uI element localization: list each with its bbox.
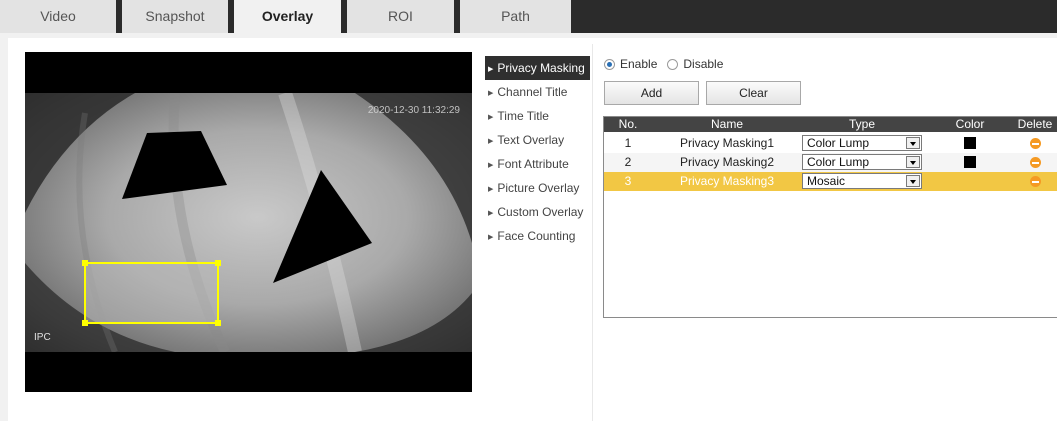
row-name: Privacy Masking1 bbox=[679, 136, 775, 150]
menu-item-custom-overlay[interactable]: ▶ Custom Overlay bbox=[485, 200, 590, 224]
row-name: Privacy Masking3 bbox=[679, 174, 775, 188]
caret-right-icon: ▶ bbox=[488, 210, 494, 217]
menu-item-label: Privacy Masking bbox=[497, 61, 585, 75]
type-select-value: Color Lump bbox=[807, 155, 870, 169]
delete-icon[interactable] bbox=[1030, 176, 1041, 187]
resize-handle[interactable] bbox=[215, 260, 221, 266]
resize-handle[interactable] bbox=[215, 320, 221, 326]
type-select[interactable]: Color Lump bbox=[802, 135, 922, 151]
tab-bar-filler bbox=[571, 0, 1057, 33]
overlay-menu: ▶ Privacy Masking ▶ Channel Title ▶ Time Ti… bbox=[485, 56, 590, 248]
resize-handle[interactable] bbox=[82, 320, 88, 326]
clear-button[interactable]: Clear bbox=[706, 81, 801, 105]
delete-icon[interactable] bbox=[1030, 138, 1041, 149]
add-button[interactable]: Add bbox=[604, 81, 699, 105]
divider bbox=[592, 44, 593, 421]
type-select-value: Color Lump bbox=[807, 136, 870, 150]
caret-right-icon: ▶ bbox=[488, 66, 494, 73]
menu-item-channel-title[interactable]: ▶ Channel Title bbox=[485, 80, 590, 104]
menu-item-privacy-masking[interactable]: ▶ Privacy Masking bbox=[485, 56, 590, 80]
tab-bar: Video Snapshot Overlay ROI Path bbox=[0, 0, 1057, 34]
disable-label: Disable bbox=[683, 57, 724, 71]
caret-right-icon: ▶ bbox=[488, 138, 494, 145]
column-header-no: No. bbox=[618, 117, 638, 131]
menu-item-font-attribute[interactable]: ▶ Font Attribute bbox=[485, 152, 590, 176]
menu-item-text-overlay[interactable]: ▶ Text Overlay bbox=[485, 128, 590, 152]
delete-icon[interactable] bbox=[1030, 157, 1041, 168]
tab-overlay[interactable]: Overlay bbox=[234, 0, 341, 33]
chevron-down-icon[interactable] bbox=[906, 137, 920, 149]
menu-item-label: Custom Overlay bbox=[497, 205, 584, 219]
menu-item-label: Font Attribute bbox=[497, 157, 569, 171]
type-select-value: Mosaic bbox=[807, 174, 846, 188]
type-select[interactable]: Mosaic bbox=[802, 173, 922, 189]
chevron-down-icon[interactable] bbox=[906, 175, 920, 187]
row-number: 3 bbox=[624, 174, 632, 188]
row-number: 2 bbox=[624, 155, 632, 169]
table-row[interactable]: 2 Privacy Masking2 Color Lump bbox=[604, 153, 1057, 172]
color-swatch[interactable] bbox=[964, 156, 976, 168]
caret-right-icon: ▶ bbox=[488, 90, 494, 97]
column-header-type: Type bbox=[848, 117, 875, 131]
tab-snapshot[interactable]: Snapshot bbox=[122, 0, 228, 33]
osd-timestamp: 2020-12-30 11:32:29 bbox=[367, 105, 460, 116]
menu-item-picture-overlay[interactable]: ▶ Picture Overlay bbox=[485, 176, 590, 200]
row-name: Privacy Masking2 bbox=[679, 155, 775, 169]
table-row[interactable]: 1 Privacy Masking1 Color Lump bbox=[604, 134, 1057, 153]
tab-roi[interactable]: ROI bbox=[347, 0, 454, 33]
menu-item-label: Time Title bbox=[497, 109, 549, 123]
menu-item-label: Picture Overlay bbox=[497, 181, 580, 195]
enable-radio-group: Enable Disable bbox=[604, 56, 733, 72]
column-header-delete: Delete bbox=[1017, 117, 1053, 131]
menu-item-label: Channel Title bbox=[497, 85, 568, 99]
menu-item-label: Text Overlay bbox=[497, 133, 565, 147]
table-row-selected[interactable]: 3 Privacy Masking3 Mosaic bbox=[604, 172, 1057, 191]
resize-handle[interactable] bbox=[82, 260, 88, 266]
enable-label: Enable bbox=[620, 57, 658, 71]
menu-item-label: Face Counting bbox=[497, 229, 576, 243]
caret-right-icon: ▶ bbox=[488, 186, 494, 193]
caret-right-icon: ▶ bbox=[488, 234, 494, 241]
column-header-color: Color bbox=[955, 117, 985, 131]
tab-path[interactable]: Path bbox=[460, 0, 571, 33]
privacy-mask-table: No. Name Type Color Delete 1 Privacy Mas… bbox=[603, 116, 1057, 318]
menu-item-face-counting[interactable]: ▶ Face Counting bbox=[485, 224, 590, 248]
enable-radio[interactable] bbox=[604, 58, 615, 70]
camera-scene bbox=[25, 93, 472, 352]
color-swatch[interactable] bbox=[964, 137, 976, 149]
table-header: No. Name Type Color Delete bbox=[604, 117, 1057, 132]
osd-channel-title: IPC bbox=[34, 332, 51, 343]
row-number: 1 bbox=[624, 136, 632, 150]
chevron-down-icon[interactable] bbox=[906, 156, 920, 168]
caret-right-icon: ▶ bbox=[488, 162, 494, 169]
disable-radio[interactable] bbox=[667, 58, 679, 70]
video-preview[interactable]: 2020-12-30 11:32:29 IPC bbox=[25, 52, 472, 392]
caret-right-icon: ▶ bbox=[488, 114, 494, 121]
column-header-name: Name bbox=[710, 117, 743, 131]
tab-video[interactable]: Video bbox=[0, 0, 116, 33]
menu-item-time-title[interactable]: ▶ Time Title bbox=[485, 104, 590, 128]
type-select[interactable]: Color Lump bbox=[802, 154, 922, 170]
